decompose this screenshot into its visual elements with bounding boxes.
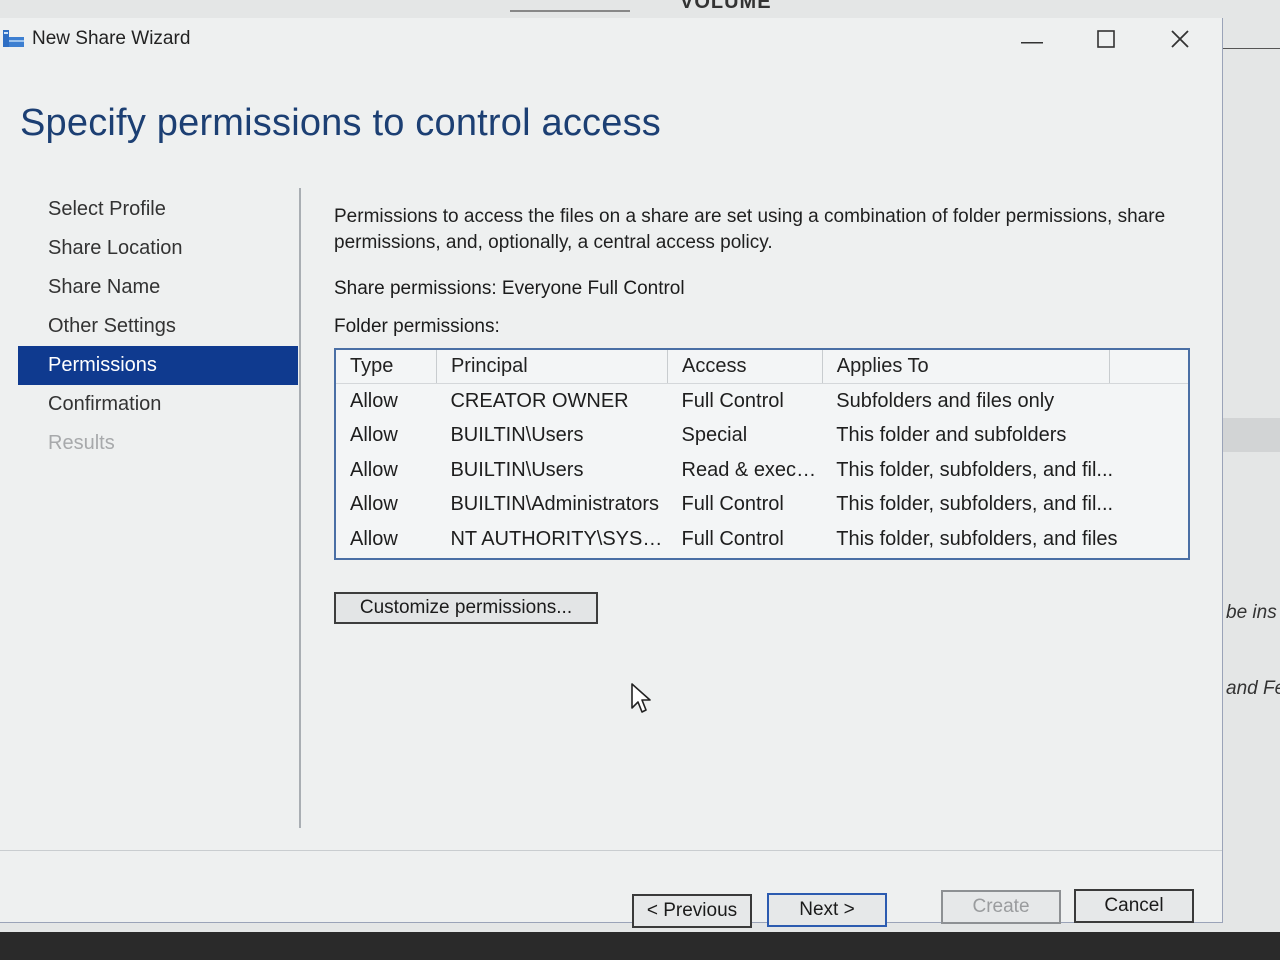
table-header-row: Type Principal Access Applies To — [336, 350, 1188, 384]
share-wizard-icon — [2, 28, 26, 50]
wizard-steps-nav: Select Profile Share Location Share Name… — [18, 190, 298, 463]
cell-principal: NT AUTHORITY\SYSTEM — [450, 527, 668, 550]
cell-access: Full Control — [681, 493, 784, 516]
background-divider — [1220, 48, 1280, 49]
previous-button[interactable]: < Previous — [632, 894, 752, 928]
table-row[interactable]: Allow BUILTIN\Administrators Full Contro… — [336, 488, 1188, 523]
cell-principal: BUILTIN\Users — [450, 424, 584, 447]
cell-principal: BUILTIN\Users — [450, 458, 584, 481]
page-title: Specify permissions to control access — [20, 102, 661, 144]
background-text-2: and Fe — [1226, 678, 1280, 699]
new-share-wizard-window: New Share Wizard Specify permissions to … — [0, 18, 1223, 928]
cell-access: Full Control — [681, 527, 784, 550]
mouse-pointer-icon — [630, 682, 654, 721]
background-volume-header: VOLUME — [680, 0, 772, 13]
share-permissions-text: Share permissions: Everyone Full Control — [334, 278, 685, 299]
maximize-button[interactable] — [1086, 26, 1126, 56]
maximize-icon — [1097, 29, 1115, 53]
table-row[interactable]: Allow BUILTIN\Users Special This folder … — [336, 419, 1188, 454]
cell-access: Special — [681, 424, 748, 447]
background-text-1: be ins — [1226, 602, 1277, 623]
nav-item-results: Results — [48, 432, 115, 454]
cancel-button[interactable]: Cancel — [1074, 889, 1194, 923]
next-button[interactable]: Next > — [767, 893, 887, 927]
cell-type: Allow — [350, 527, 398, 550]
cell-type: Allow — [350, 389, 398, 412]
nav-item-share-name[interactable]: Share Name — [18, 268, 298, 307]
cell-type: Allow — [350, 458, 398, 481]
nav-item-other-settings[interactable]: Other Settings — [18, 307, 298, 346]
permissions-content: Permissions to access the files on a sha… — [334, 204, 1194, 624]
table-row[interactable]: Allow CREATOR OWNER Full Control Subfold… — [336, 384, 1188, 419]
cell-access: Read & execute — [681, 458, 823, 481]
taskbar — [0, 932, 1280, 960]
cell-applies-to: This folder, subfolders, and files — [836, 527, 1118, 550]
nav-item-share-location[interactable]: Share Location — [18, 229, 298, 268]
cell-applies-to: This folder, subfolders, and fil... — [836, 458, 1114, 481]
cell-principal: CREATOR OWNER — [450, 389, 629, 412]
title-bar[interactable]: New Share Wizard — [0, 18, 1222, 62]
cell-type: Allow — [350, 493, 398, 516]
table-row[interactable]: Allow NT AUTHORITY\SYSTEM Full Control T… — [336, 522, 1188, 557]
cell-principal: BUILTIN\Administrators — [450, 493, 660, 516]
background-tab-line — [510, 10, 630, 12]
cell-applies-to: Subfolders and files only — [836, 389, 1055, 412]
customize-permissions-button[interactable]: Customize permissions... — [334, 592, 598, 624]
nav-item-confirmation[interactable]: Confirmation — [18, 385, 298, 424]
column-header-empty — [1109, 350, 1188, 384]
minimize-button[interactable] — [1012, 26, 1052, 56]
column-header-access[interactable]: Access — [667, 350, 823, 384]
footer-divider — [0, 850, 1222, 851]
minimize-icon — [1021, 32, 1043, 50]
permissions-description: Permissions to access the files on a sha… — [334, 206, 1166, 253]
cell-access: Full Control — [681, 389, 784, 412]
cell-applies-to: This folder, subfolders, and fil... — [836, 493, 1114, 516]
background-band — [1222, 418, 1280, 452]
column-header-applies-to[interactable]: Applies To — [822, 350, 1111, 384]
close-button[interactable] — [1160, 26, 1200, 56]
folder-permissions-label: Folder permissions: — [334, 316, 500, 337]
window-title: New Share Wizard — [32, 28, 191, 49]
create-button: Create — [941, 890, 1061, 924]
nav-divider — [299, 188, 301, 828]
folder-permissions-table[interactable]: Type Principal Access Applies To Allow C… — [334, 348, 1190, 560]
cell-type: Allow — [350, 424, 398, 447]
cell-applies-to: This folder and subfolders — [836, 424, 1067, 447]
column-header-principal[interactable]: Principal — [436, 350, 669, 384]
column-header-type[interactable]: Type — [336, 350, 437, 384]
nav-item-permissions[interactable]: Permissions — [18, 346, 298, 385]
nav-item-select-profile[interactable]: Select Profile — [18, 190, 298, 229]
close-icon — [1170, 29, 1190, 54]
table-row[interactable]: Allow BUILTIN\Users Read & execute This … — [336, 453, 1188, 488]
